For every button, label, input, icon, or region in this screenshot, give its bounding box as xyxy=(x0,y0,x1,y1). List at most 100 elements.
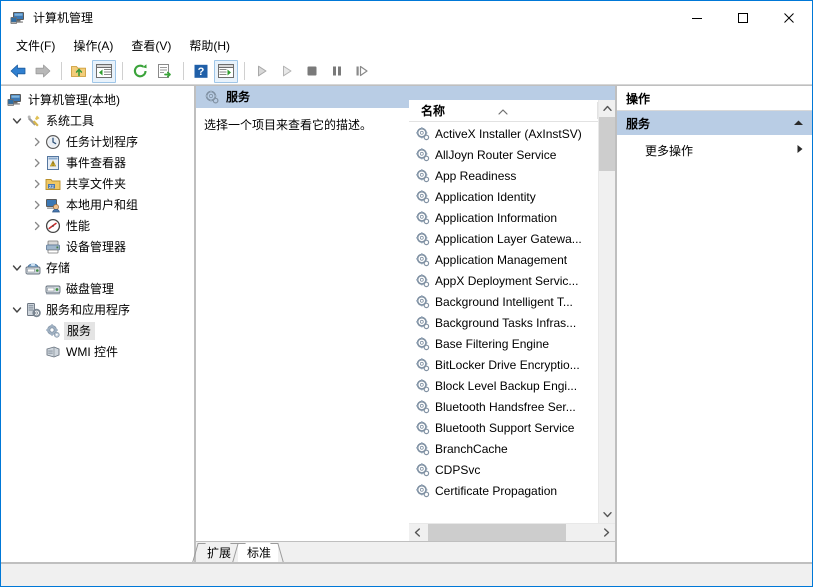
list-item[interactable]: Bluetooth Support Service xyxy=(409,417,598,438)
main-body: 计算机管理(本地) 系统工具 任务计划程序 事件查看器 22 共享文件夹 本地用… xyxy=(1,85,812,563)
service-name: Block Level Backup Engi... xyxy=(435,378,578,393)
actions-section-services[interactable]: 服务 xyxy=(617,111,812,135)
close-button[interactable] xyxy=(766,1,812,34)
actions-pane: 操作 服务 更多操作 xyxy=(616,85,812,563)
scroll-thumb[interactable] xyxy=(598,117,615,171)
local-users-groups-icon xyxy=(45,197,61,213)
list-column-header[interactable]: 名称 xyxy=(409,100,598,122)
view-tabs: 扩展 标准 xyxy=(192,541,615,562)
vertical-scrollbar[interactable] xyxy=(598,100,615,523)
tree-node-task-scheduler[interactable]: 任务计划程序 xyxy=(1,131,194,152)
tree-node-local-users-groups[interactable]: 本地用户和组 xyxy=(1,194,194,215)
svg-text:22: 22 xyxy=(49,183,55,188)
back-button[interactable] xyxy=(6,60,30,83)
scroll-right-button[interactable] xyxy=(598,524,615,541)
list-item[interactable]: BranchCache xyxy=(409,438,598,459)
list-item[interactable]: BitLocker Drive Encryptio... xyxy=(409,354,598,375)
tab-standard[interactable]: 标准 xyxy=(232,543,284,562)
horizontal-scrollbar[interactable] xyxy=(409,523,615,541)
tree-node-label: 存储 xyxy=(46,260,71,275)
scroll-down-button[interactable] xyxy=(598,506,615,523)
tree-node-label: 设备管理器 xyxy=(66,239,127,254)
tree-node-event-viewer[interactable]: 事件查看器 xyxy=(1,152,194,173)
tree-node-services-applications[interactable]: 服务和应用程序 xyxy=(1,299,194,320)
computer-management-window: 计算机管理 文件(F) 操作(A) 查看(V) 帮助(H) ? 计算机管理(本地… xyxy=(0,0,813,587)
submenu-arrow-icon[interactable] xyxy=(796,143,804,157)
scroll-track[interactable] xyxy=(598,117,615,506)
list-item[interactable]: CDPSvc xyxy=(409,459,598,480)
list-item[interactable]: AppX Deployment Servic... xyxy=(409,270,598,291)
menu-view[interactable]: 查看(V) xyxy=(122,36,180,57)
list-item[interactable]: Bluetooth Handsfree Ser... xyxy=(409,396,598,417)
tree-node-performance[interactable]: 性能 xyxy=(1,215,194,236)
list-item[interactable]: Background Intelligent T... xyxy=(409,291,598,312)
up-one-level-button[interactable] xyxy=(67,60,91,83)
scroll-thumb-horizontal[interactable] xyxy=(428,524,566,541)
minimize-button[interactable] xyxy=(674,1,720,34)
chevron-right-icon[interactable] xyxy=(29,200,45,210)
list-item[interactable]: AllJoyn Router Service xyxy=(409,144,598,165)
list-item[interactable]: Application Management xyxy=(409,249,598,270)
collapse-up-icon[interactable] xyxy=(793,116,804,130)
column-header-name[interactable]: 名称 xyxy=(409,104,445,118)
list-item[interactable]: App Readiness xyxy=(409,165,598,186)
chevron-right-icon[interactable] xyxy=(29,179,45,189)
export-list-button[interactable] xyxy=(153,60,177,83)
service-name: Base Filtering Engine xyxy=(435,336,550,351)
show-hide-action-pane-button[interactable] xyxy=(214,59,238,83)
tree-node-wmi-control[interactable]: WMI 控件 xyxy=(1,341,194,362)
tree-node-device-manager[interactable]: 设备管理器 xyxy=(1,236,194,257)
chevron-down-icon[interactable] xyxy=(9,116,25,126)
service-name: BitLocker Drive Encryptio... xyxy=(435,357,580,372)
list-top-band xyxy=(409,86,615,100)
description-text: 选择一个项目来查看它的描述。 xyxy=(204,118,373,132)
tree-node-services[interactable]: 服务 xyxy=(1,320,194,341)
computer-management-icon xyxy=(10,10,26,26)
list-item[interactable]: ActiveX Installer (AxInstSV) xyxy=(409,123,598,144)
menu-file[interactable]: 文件(F) xyxy=(7,36,64,57)
tree-node-label: 系统工具 xyxy=(46,113,95,128)
list-item[interactable]: Background Tasks Infras... xyxy=(409,312,598,333)
tree-node-system-tools[interactable]: 系统工具 xyxy=(1,110,194,131)
chevron-right-icon[interactable] xyxy=(29,137,45,147)
show-hide-console-tree-button[interactable] xyxy=(92,59,116,83)
toolbar-separator xyxy=(183,62,184,80)
tree-node-shared-folders[interactable]: 22 共享文件夹 xyxy=(1,173,194,194)
list-item[interactable]: Base Filtering Engine xyxy=(409,333,598,354)
storage-icon xyxy=(25,260,41,276)
service-gear-icon xyxy=(415,315,431,331)
console-tree-pane[interactable]: 计算机管理(本地) 系统工具 任务计划程序 事件查看器 22 共享文件夹 本地用… xyxy=(1,85,195,563)
chevron-right-icon[interactable] xyxy=(29,221,45,231)
list-inner: 名称 ActiveX Installer (AxInstSV) AllJoyn … xyxy=(409,100,615,523)
service-gear-icon xyxy=(415,336,431,352)
scroll-track-horizontal[interactable] xyxy=(426,524,598,541)
services-list-column: 名称 ActiveX Installer (AxInstSV) AllJoyn … xyxy=(409,86,615,541)
refresh-button[interactable] xyxy=(128,60,152,83)
tree-node-storage[interactable]: 存储 xyxy=(1,257,194,278)
service-gear-icon xyxy=(415,252,431,268)
list-item[interactable]: Block Level Backup Engi... xyxy=(409,375,598,396)
action-more-actions[interactable]: 更多操作 xyxy=(617,139,812,161)
sort-ascending-icon xyxy=(497,103,509,121)
menu-help[interactable]: 帮助(H) xyxy=(180,36,239,57)
maximize-button[interactable] xyxy=(720,1,766,34)
menu-action[interactable]: 操作(A) xyxy=(64,36,122,57)
help-button[interactable]: ? xyxy=(189,60,213,83)
tree-node-label: 共享文件夹 xyxy=(66,176,127,191)
chevron-down-icon[interactable] xyxy=(9,305,25,315)
list-item[interactable]: Certificate Propagation xyxy=(409,480,598,501)
chevron-down-icon[interactable] xyxy=(9,263,25,273)
tree-node-disk-management[interactable]: 磁盘管理 xyxy=(1,278,194,299)
scroll-left-button[interactable] xyxy=(409,524,426,541)
pause-service-button xyxy=(325,60,349,83)
list-item[interactable]: Application Identity xyxy=(409,186,598,207)
tree-node-computer-management[interactable]: 计算机管理(本地) xyxy=(1,89,194,110)
list-item[interactable]: Application Layer Gatewa... xyxy=(409,228,598,249)
services-rows[interactable]: ActiveX Installer (AxInstSV) AllJoyn Rou… xyxy=(409,122,598,523)
scroll-up-button[interactable] xyxy=(598,100,615,117)
toolbar-separator xyxy=(61,62,62,80)
chevron-right-icon[interactable] xyxy=(29,158,45,168)
status-bar xyxy=(1,563,812,586)
window-controls xyxy=(674,1,812,34)
list-item[interactable]: Application Information xyxy=(409,207,598,228)
